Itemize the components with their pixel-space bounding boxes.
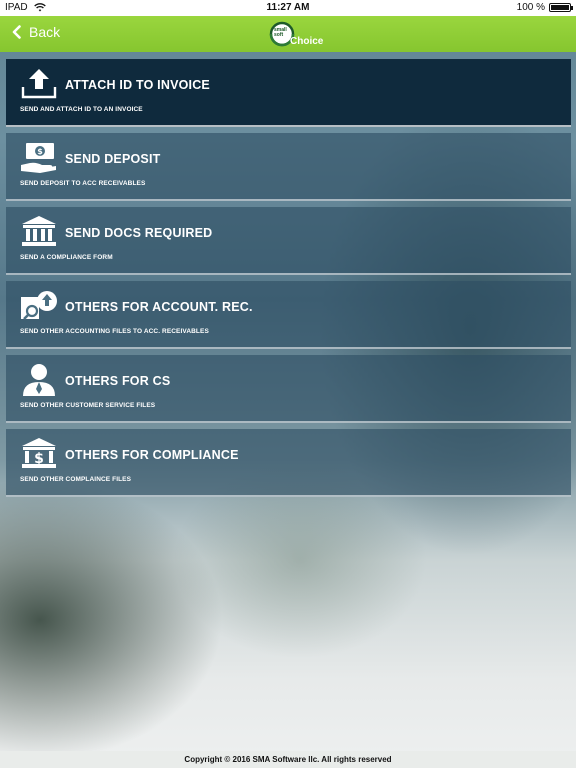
app-logo: small soft Choice xyxy=(268,19,324,51)
battery-icon xyxy=(549,3,573,12)
status-bar: IPAD 11:27 AM 100 % xyxy=(0,0,576,16)
back-button[interactable]: Back xyxy=(12,24,60,40)
bank-dollar-icon: $ xyxy=(22,438,56,468)
cash-hand-icon: $ xyxy=(21,143,56,173)
menu-item-attach-id[interactable]: ATTACH ID TO INVOICE SEND AND ATTACH ID … xyxy=(6,59,571,127)
menu-item-subtitle: SEND OTHER COMPLAINCE FILES xyxy=(20,476,132,483)
menu-item-send-deposit[interactable]: $ SEND DEPOSIT SEND DEPOSIT TO ACC RECEI… xyxy=(6,133,571,201)
footer-copyright: Copyright © 2016 SMA Software llc. All r… xyxy=(0,751,576,768)
menu-item-title: OTHERS FOR CS xyxy=(65,374,171,388)
nav-bar: Back small soft Choice xyxy=(0,16,576,52)
menu-item-others-cs[interactable]: OTHERS FOR CS SEND OTHER CUSTOMER SERVIC… xyxy=(6,355,571,423)
menu-item-subtitle: SEND AND ATTACH ID TO AN INVOICE xyxy=(20,106,143,113)
menu-item-subtitle: SEND OTHER CUSTOMER SERVICE FILES xyxy=(20,402,156,409)
menu-item-subtitle: SEND DEPOSIT TO ACC RECEIVABLES xyxy=(20,180,146,187)
battery-percent: 100 % xyxy=(516,2,545,13)
bank-icon xyxy=(22,216,56,246)
menu-item-subtitle: SEND OTHER ACCOUNTING FILES TO ACC. RECE… xyxy=(20,328,209,335)
logo-text: Choice xyxy=(290,36,324,47)
user-icon xyxy=(23,364,55,396)
status-time: 11:27 AM xyxy=(266,2,310,13)
menu-list: ATTACH ID TO INVOICE SEND AND ATTACH ID … xyxy=(6,59,571,503)
menu-item-title: OTHERS FOR ACCOUNT. REC. xyxy=(65,300,253,314)
upload-icon xyxy=(21,69,57,99)
logo-small-text: small soft xyxy=(274,27,287,38)
menu-item-title: ATTACH ID TO INVOICE xyxy=(65,78,210,92)
menu-item-others-account-rec[interactable]: OTHERS FOR ACCOUNT. REC. SEND OTHER ACCO… xyxy=(6,281,571,349)
search-upload-icon xyxy=(21,291,57,320)
menu-item-title: SEND DOCS REQUIRED xyxy=(65,226,213,240)
menu-item-send-docs[interactable]: SEND DOCS REQUIRED SEND A COMPLIANCE FOR… xyxy=(6,207,571,275)
back-label: Back xyxy=(29,24,61,40)
menu-item-title: OTHERS FOR COMPLIANCE xyxy=(65,448,239,462)
chevron-left-icon xyxy=(12,25,21,39)
menu-item-others-compliance[interactable]: $ OTHERS FOR COMPLIANCE SEND OTHER COMPL… xyxy=(6,429,571,497)
menu-item-subtitle: SEND A COMPLIANCE FORM xyxy=(20,254,113,261)
menu-item-title: SEND DEPOSIT xyxy=(65,152,161,166)
battery-fill xyxy=(551,5,569,10)
svg-text:$: $ xyxy=(37,147,43,156)
status-right: 100 % xyxy=(516,2,573,13)
